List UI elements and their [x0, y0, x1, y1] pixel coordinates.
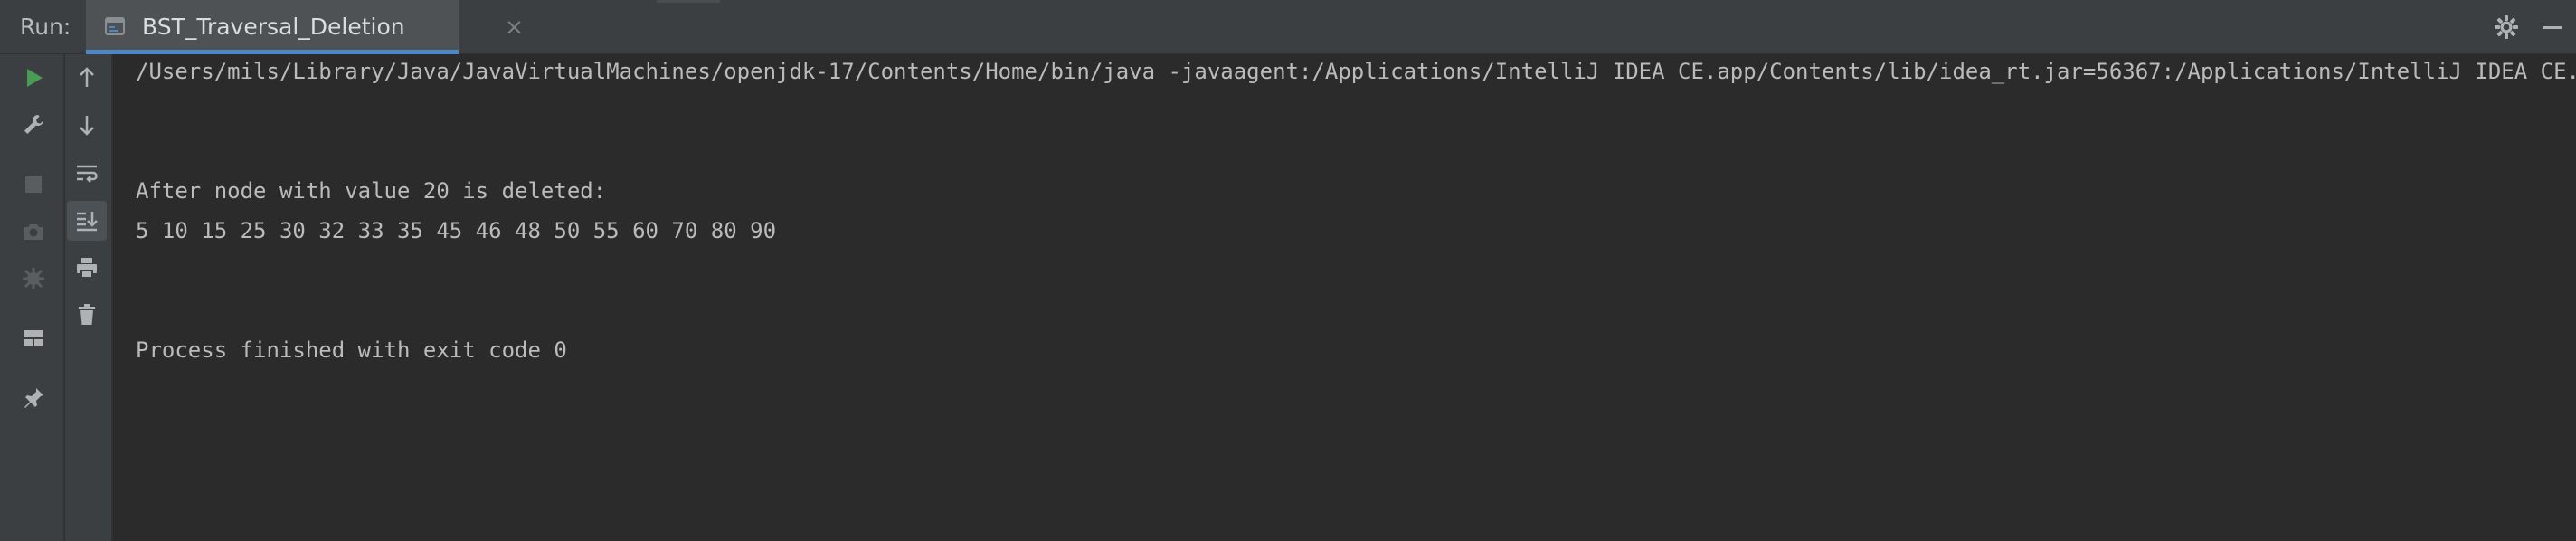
layout-button[interactable]: [14, 318, 53, 358]
rerun-button[interactable]: [14, 58, 53, 98]
layout-icon: [24, 330, 43, 346]
tab-label: BST_Traversal_Deletion: [142, 14, 405, 40]
console-output[interactable]: /Users/mils/Library/Java/JavaVirtualMach…: [113, 54, 2576, 541]
gear-icon[interactable]: [2492, 13, 2521, 42]
modify-config-button[interactable]: [14, 105, 53, 145]
dump-threads-button[interactable]: [14, 212, 53, 252]
pin-tab-button[interactable]: [14, 378, 53, 418]
minimize-icon[interactable]: [2538, 13, 2567, 42]
tab-close-button[interactable]: ×: [505, 0, 524, 51]
clear-all-button[interactable]: [67, 295, 107, 335]
scroll-to-end-icon: [77, 212, 98, 232]
print-button[interactable]: [67, 248, 107, 288]
run-toolwindow-header: Run: BST_Traversal_Deletion ×: [0, 0, 2576, 54]
drag-handle[interactable]: [657, 0, 720, 3]
application-config-icon: [105, 17, 125, 35]
console-line-exit-status: Process finished with exit code 0: [136, 337, 567, 363]
soft-wrap-icon: [77, 165, 98, 183]
console-line-deleted-header: After node with value 20 is deleted:: [136, 178, 607, 204]
run-label: Run:: [20, 14, 71, 40]
console-line-command: /Users/mils/Library/Java/JavaVirtualMach…: [136, 59, 2576, 84]
arrow-up-icon: [80, 67, 94, 87]
pin-icon: [24, 388, 43, 408]
console-line-traversal: 5 10 15 25 30 32 33 35 45 46 48 50 55 60…: [136, 218, 777, 243]
soft-wrap-button[interactable]: [67, 154, 107, 194]
arrow-down-icon: [80, 116, 94, 136]
wrench-icon: [24, 114, 44, 134]
stack-up-button[interactable]: [67, 58, 107, 98]
print-icon: [77, 258, 97, 279]
run-icon: [27, 69, 43, 87]
stop-icon: [25, 176, 42, 193]
stack-down-button[interactable]: [67, 105, 107, 145]
tab-bst-traversal-deletion[interactable]: BST_Traversal_Deletion ×: [86, 0, 524, 54]
exit-button[interactable]: [14, 259, 53, 299]
scroll-to-end-button[interactable]: [67, 201, 107, 241]
exit-icon: [23, 268, 44, 289]
stop-button[interactable]: [14, 165, 53, 204]
camera-icon: [24, 224, 43, 240]
toolbar-divider: [63, 54, 65, 541]
trash-icon: [79, 304, 95, 325]
